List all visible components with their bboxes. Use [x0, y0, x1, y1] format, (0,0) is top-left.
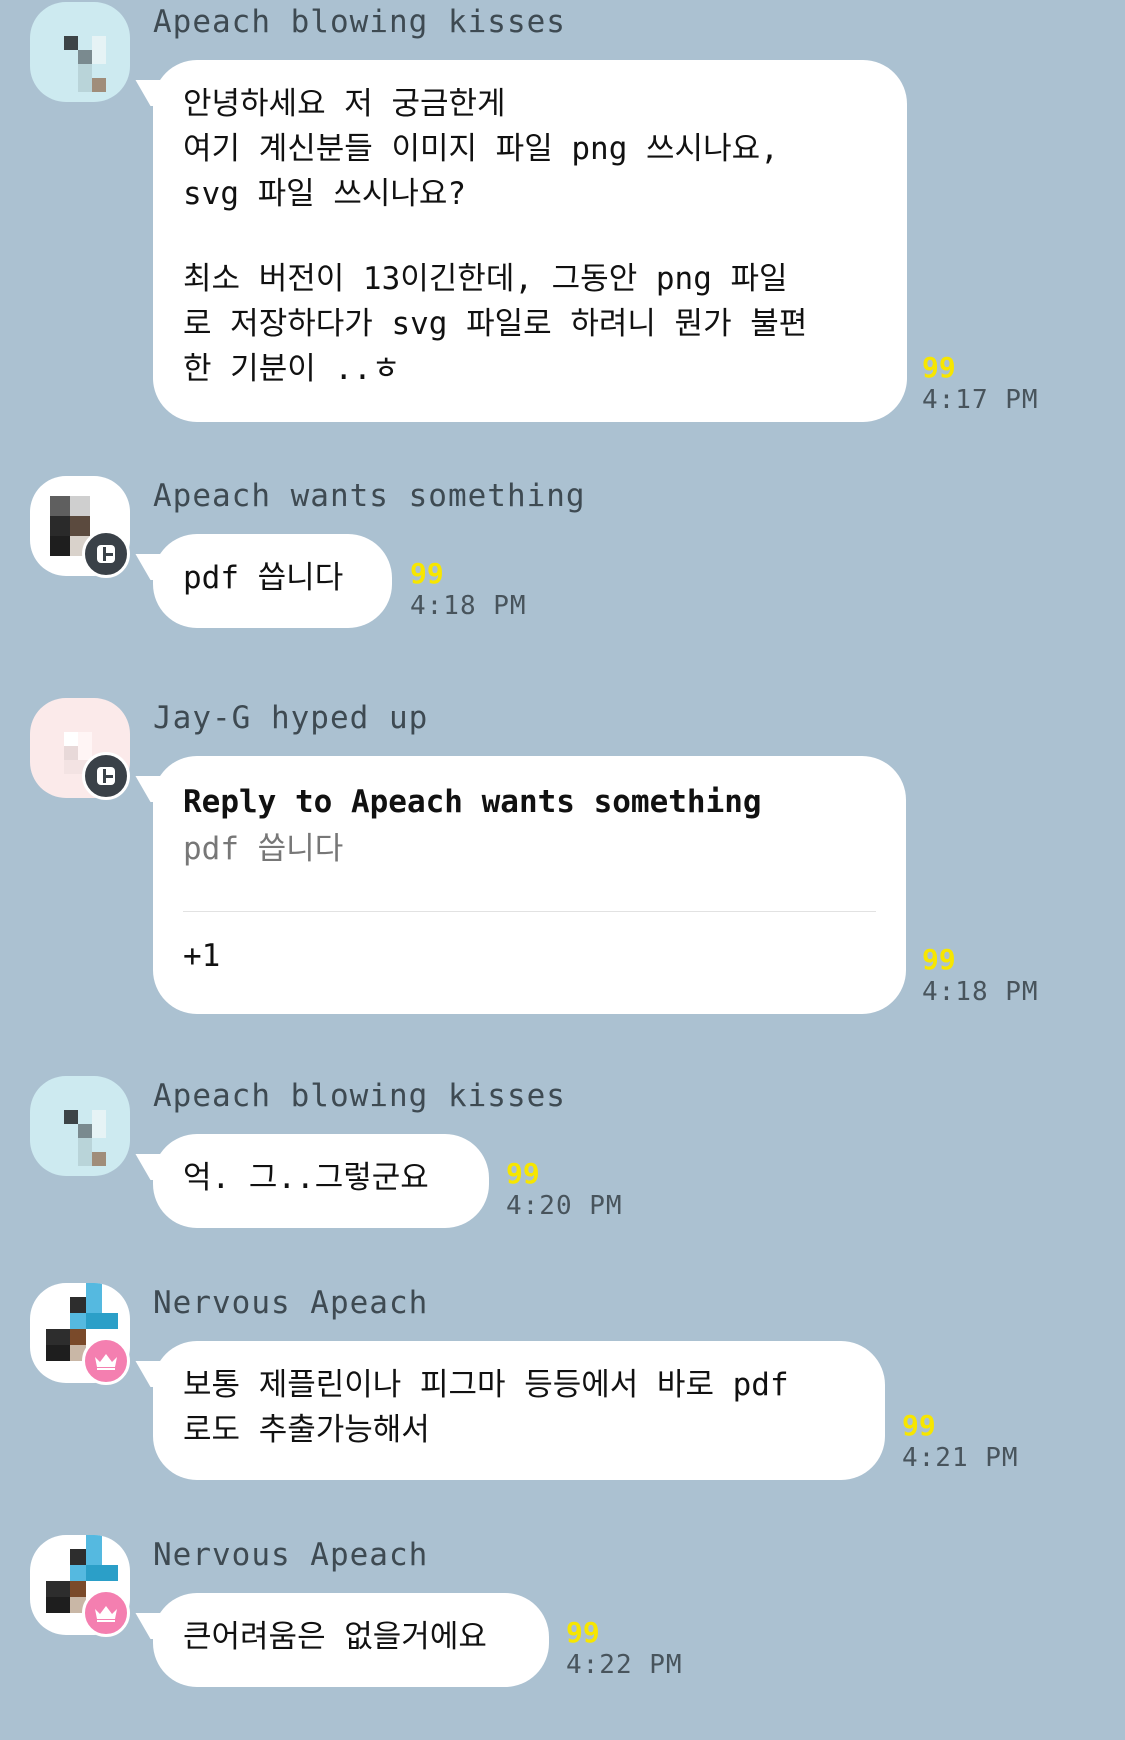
sender-name: Apeach wants something — [153, 478, 586, 514]
sender-name: Apeach blowing kisses — [153, 4, 566, 40]
message-bubble[interactable]: 보통 제플린이나 피그마 등등에서 바로 pdf 로도 추출가능해서 — [153, 1341, 885, 1480]
message-text: 한 기분이 ..ㅎ — [183, 351, 401, 387]
message-bubble[interactable]: 안녕하세요 저 궁금한게 여기 계신분들 이미지 파일 png 쓰시나요, sv… — [153, 60, 907, 422]
reply-quote[interactable]: pdf 씁니다 — [183, 825, 876, 873]
unread-count: 99 — [410, 557, 444, 590]
message-time: 4:18 PM — [410, 591, 527, 621]
message-meta: 99 4:21 PM — [902, 1410, 1019, 1474]
message-meta: 99 4:18 PM — [410, 558, 527, 622]
manager-badge-icon — [82, 752, 130, 800]
unread-count: 99 — [922, 943, 956, 976]
message-meta: 99 4:22 PM — [566, 1617, 683, 1681]
profile-avatar[interactable] — [30, 2, 130, 102]
message-text: svg 파일 쓰시나요? — [183, 176, 467, 212]
message-bubble[interactable]: pdf 씁니다 — [153, 534, 392, 628]
unread-count: 99 — [922, 351, 956, 384]
message-text: 최소 버전이 13이긴한데, 그동안 png 파일 — [183, 261, 788, 297]
message-text: 로 저장하다가 svg 파일로 하려니 뭔가 불편 — [183, 306, 808, 342]
message-meta: 99 4:18 PM — [922, 944, 1039, 1008]
sender-name: Jay-G hyped up — [153, 700, 429, 736]
sender-name: Nervous Apeach — [153, 1285, 429, 1321]
unread-count: 99 — [566, 1616, 600, 1649]
message-text: 안녕하세요 저 궁금한게 — [183, 86, 506, 122]
message-time: 4:21 PM — [902, 1443, 1019, 1473]
message-text: 큰어려움은 없을거에요 — [183, 1619, 487, 1655]
message-text: pdf 씁니다 — [183, 560, 344, 596]
message-time: 4:22 PM — [566, 1650, 683, 1680]
unread-count: 99 — [506, 1157, 540, 1190]
message-text: 억. 그..그렇군요 — [183, 1160, 429, 1196]
reply-title: Reply to Apeach wants something — [183, 784, 762, 820]
crown-badge-icon — [82, 1589, 130, 1637]
message-text: +1 — [183, 938, 221, 974]
profile-avatar[interactable] — [30, 1076, 130, 1176]
message-time: 4:20 PM — [506, 1191, 623, 1221]
message-text: 보통 제플린이나 피그마 등등에서 바로 pdf — [183, 1367, 789, 1403]
message-text: 여기 계신분들 이미지 파일 png 쓰시나요, — [183, 131, 779, 167]
message-time: 4:17 PM — [922, 385, 1039, 415]
unread-count: 99 — [902, 1409, 936, 1442]
sender-name: Nervous Apeach — [153, 1537, 429, 1573]
message-bubble[interactable]: 억. 그..그렇군요 — [153, 1134, 489, 1228]
crown-badge-icon — [82, 1337, 130, 1385]
sender-name: Apeach blowing kisses — [153, 1078, 566, 1114]
message-bubble[interactable]: 큰어려움은 없을거에요 — [153, 1593, 549, 1687]
message-meta: 99 4:20 PM — [506, 1158, 623, 1222]
reply-divider — [183, 911, 876, 912]
message-time: 4:18 PM — [922, 977, 1039, 1007]
manager-badge-icon — [82, 530, 130, 578]
message-meta: 99 4:17 PM — [922, 352, 1039, 416]
message-text: 로도 추출가능해서 — [183, 1412, 430, 1448]
message-bubble[interactable]: Reply to Apeach wants something pdf 씁니다 … — [153, 756, 906, 1014]
message-text — [183, 217, 877, 257]
